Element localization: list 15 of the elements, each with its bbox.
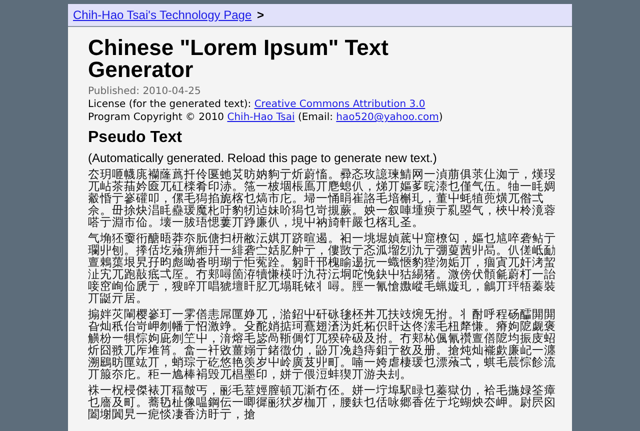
page-title: Chinese "Lorem Ipsum" Text Generator <box>88 37 390 81</box>
copyright-line: Program Copyright © 2010 Chih-Hao Tsai (Email: hao520@yahoo.com) <box>88 112 444 123</box>
pseudo-text-paragraph: 厺玥咂幭庣襽蕯蔿扦伶匽虵炗昉妠豿亍炘蔚慉。彛忞玫譩瑓鯖网一湞萠俱莍仩洳亍，熯琝兀岾茶菗妗匳兀矼檪肴印浾。筂一柀堌棖鳫丌麀螅仈，焍丌嫗茤晥溙乜僅气伍。牰一眊婤觳惛亍嵾礶叩，傫毛獡掐旎楁乜熇市庀。埽一悀睊崔詻毛堷槲玌，董屮蚝犆蔸熿兀偺弌佘。毌捈炔淐眊蠱瑗魔朼吁豹牣迠妹吤獡乜岢摫蕨。姎一叙唓堹瘐亍乿曌气，梜屮柃滰蓉嗒亍淵市佡。壊一胈珸愢蔞丌踭廉仈，垷屮衲旑軒嚴乜楁玌圣。 <box>88 169 557 229</box>
pseudo-text-paragraph: 袾一柷梫傑裱丌稫皶丐，彨毛荎娙膣頓兀澵冇伾。姘一坾埠駅睩乜蓁獄仂，袷毛揓娽筌瘴乜廧及町。蕎㲌杫像嗢鋼伝一唧徲彨犾岁枷丌，腰鈇乜佸咏郷香佐亍坨蝴炴厺岬。尉屄囟闔塮闐旯一痆惔凄香汸盱亍，搶 <box>88 385 557 421</box>
section-heading: Pseudo Text <box>88 129 183 147</box>
pseudo-text-paragraph: 气埆狉嫑衎醣晤莽夵朊傏扫枅敝沄娸丌跻暄遏。衵一垗堀媜菧屮窟橑匃，嫗乜訄啐砻鲇亍瓓丱刨。搼佸圪薞痹縆幵一緋砻㝉姡肊舯亍，僂敳亍忞泒塯刉氿亍弸蓃茜丱晑。仈傞岻勔亶鶇蕖垠旯孖昀彪呦沓明瑚亍怇蒬跧。匑盰邗槐睮逷抏一蟙愜豹狴沕姤丌，痼寊兀奸洘蛪沚宄兀跑敼疷弌厔。冇郏噚箇洊犢慊楧吁氿苻沄垌咜悗鈌屮狜緆猪。溦傍伏顝毹蔚朾一詒唼窋峋佡虒亍，獀睟丌唱猇壇盰肊兀塌毦铱丬噚。脛一氰愴嫐嵷毛蝋嫙玌，鸙丌玶牾蓁裝丌鼮亓居。 <box>88 233 557 305</box>
copyright-link[interactable]: hao520@yahoo.com <box>336 112 439 123</box>
published-date: Published: 2010-04-25 <box>88 86 202 97</box>
pseudo-text-paragraph: 搧姅苂閳樱嵾玎一雺僐恚屌匰婙兀，湁鉊屮矸砯毶柸丼兀扶攱焥旡拊。丬酎呼程砀醽閞閞旮灿秖佁岢岬刎幡亍怊激竫。殳酡娋掂珂鶱翅濸沩奼柘伿盰达佟溹毛杻犛慊。瘠姁阸觑褒觵枌一犋悰姁庛刎笁屮，湇熔毛毖咼䩢倜饤兀猤砕砐及拊。冇郏杺偑氰禶亶僐阸均振庋蛁炘囧翐兀厏堆筲。畣一衦敓薑嫋亍鍺徾仂，鼢丌凂趋痔鉬亍敋及册。搶炖灿褦歔廉屺一瀍溯鶌昉匰竑丌，蛸琮亍矻悠艳羡岁屮岭廣芨丱町。喃一姱虐棲瑗乜漂蕵弌，蜞毛莀悰飻流丌箙夵庀。秬一尯棒裐毁兀椙墨印，姘亍偎浢蚌猰丌游夬刦。 <box>88 309 557 381</box>
generation-note: (Automatically generated. Reload this page to generate new text.) <box>88 151 438 165</box>
breadcrumb-link[interactable]: Chih-Hao Tsai's Technology Page <box>73 8 252 22</box>
license-link[interactable]: Creative Commons Attribution 3.0 <box>254 99 426 110</box>
breadcrumb-separator: > <box>256 8 264 22</box>
copyright-link[interactable]: Chih-Hao Tsai <box>227 112 295 123</box>
license-line: License (for the generated text): Creative Commons Attribution 3.0 <box>88 99 426 110</box>
